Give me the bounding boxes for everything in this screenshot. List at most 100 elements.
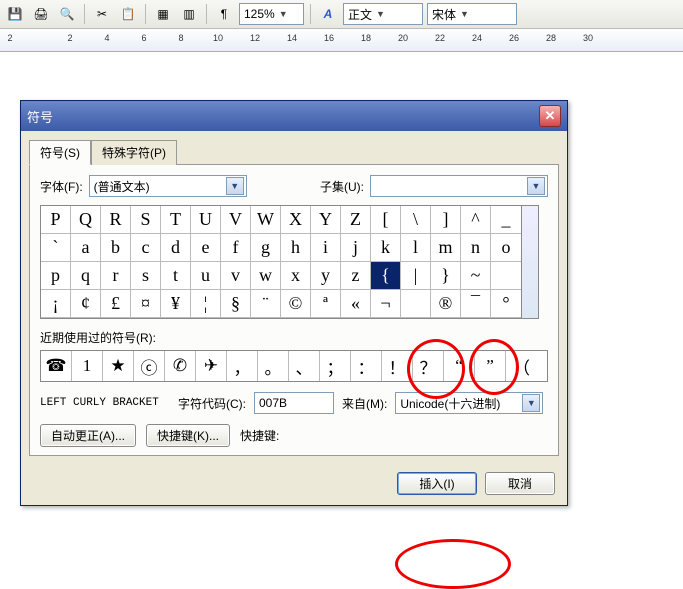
grid-cell[interactable]: T [161, 206, 191, 234]
grid-cell[interactable]: l [401, 234, 431, 262]
grid-cell[interactable]: g [251, 234, 281, 262]
grid-cell[interactable]: y [311, 262, 341, 290]
grid-cell[interactable]: Q [71, 206, 101, 234]
recent-cell[interactable]: ★ [103, 351, 134, 381]
grid-cell[interactable]: ­ [401, 290, 431, 318]
grid-cell[interactable]: W [251, 206, 281, 234]
grid-cell[interactable]: § [221, 290, 251, 318]
recent-cell[interactable]: ⓒ [134, 351, 165, 381]
recent-cell[interactable]: 、 [289, 351, 320, 381]
grid-cell[interactable]: ¯ [461, 290, 491, 318]
save-icon[interactable]: 💾 [4, 3, 26, 25]
table-icon[interactable]: ▦ [152, 3, 174, 25]
copy-icon[interactable]: 📋 [117, 3, 139, 25]
grid-cell[interactable]: ` [41, 234, 71, 262]
subset-select[interactable]: ▼ [370, 175, 548, 197]
tab-special[interactable]: 特殊字符(P) [91, 140, 177, 165]
recent-cell[interactable]: ； [320, 351, 351, 381]
grid-cell[interactable]: i [311, 234, 341, 262]
grid-cell[interactable]: ® [431, 290, 461, 318]
grid-cell[interactable]: ¡ [41, 290, 71, 318]
grid-cell[interactable]: a [71, 234, 101, 262]
grid-cell[interactable]: f [221, 234, 251, 262]
grid-cell[interactable]: z [341, 262, 371, 290]
font-style-icon[interactable]: A [317, 3, 339, 25]
insert-button[interactable]: 插入(I) [397, 472, 477, 495]
grid-cell[interactable]: j [341, 234, 371, 262]
grid-cell[interactable]: ¬ [371, 290, 401, 318]
grid-cell[interactable]: Y [311, 206, 341, 234]
print-icon[interactable]: 🖨 [30, 3, 52, 25]
close-button[interactable]: ✕ [539, 105, 561, 127]
recent-cell[interactable]: “ [444, 351, 475, 381]
grid-cell[interactable]: ^ [461, 206, 491, 234]
recent-cell[interactable]: ✈ [196, 351, 227, 381]
grid-cell[interactable]: ¦ [191, 290, 221, 318]
recent-cell[interactable]: ！ [382, 351, 413, 381]
from-select[interactable]: Unicode(十六进制) ▼ [395, 392, 543, 414]
grid-cell[interactable]: U [191, 206, 221, 234]
style-combo[interactable]: 正文 ▼ [343, 3, 423, 25]
font-combo[interactable]: 宋体 ▼ [427, 3, 517, 25]
recent-cell[interactable]: ” [475, 351, 506, 381]
recent-cell[interactable]: ✆ [165, 351, 196, 381]
grid-cell[interactable]: _ [491, 206, 521, 234]
grid-cell[interactable]: | [401, 262, 431, 290]
grid-cell[interactable]: [ [371, 206, 401, 234]
grid-cell[interactable]: o [491, 234, 521, 262]
recent-cell[interactable]: ： [351, 351, 382, 381]
grid-cell[interactable]: c [131, 234, 161, 262]
grid-cell[interactable]: ª [311, 290, 341, 318]
cancel-button[interactable]: 取消 [485, 472, 555, 495]
grid-cell[interactable]: u [191, 262, 221, 290]
grid-cell[interactable]: ~ [461, 262, 491, 290]
grid-cell[interactable]: s [131, 262, 161, 290]
grid-cell[interactable]: ] [431, 206, 461, 234]
recent-cell[interactable]: ， [227, 351, 258, 381]
tab-symbols[interactable]: 符号(S) [29, 140, 91, 165]
preview-icon[interactable]: 🔍 [56, 3, 78, 25]
recent-cell[interactable]: （ [506, 351, 537, 381]
grid-cell[interactable]: m [431, 234, 461, 262]
grid-cell[interactable]: n [461, 234, 491, 262]
grid-cell[interactable]: ¨ [251, 290, 281, 318]
grid-cell[interactable]: R [101, 206, 131, 234]
grid-cell[interactable]: V [221, 206, 251, 234]
recent-cell[interactable]: ☎ [41, 351, 72, 381]
recent-cell[interactable]: 1 [72, 351, 103, 381]
grid-cell[interactable]: q [71, 262, 101, 290]
grid-cell[interactable]: \ [401, 206, 431, 234]
grid-cell[interactable]: } [431, 262, 461, 290]
grid-cell[interactable]: ¥ [161, 290, 191, 318]
grid-cell[interactable]: « [341, 290, 371, 318]
grid-cell[interactable]: d [161, 234, 191, 262]
document-area[interactable] [0, 52, 683, 72]
grid-cell[interactable]: S [131, 206, 161, 234]
grid-cell[interactable]: e [191, 234, 221, 262]
cut-icon[interactable]: ✂ [91, 3, 113, 25]
grid-cell[interactable]: w [251, 262, 281, 290]
grid-cell[interactable]: r [101, 262, 131, 290]
grid-cell[interactable]: p [41, 262, 71, 290]
code-input[interactable]: 007B [254, 392, 334, 414]
grid-cell[interactable]: Z [341, 206, 371, 234]
grid-cell[interactable]: b [101, 234, 131, 262]
grid-cell[interactable]: © [281, 290, 311, 318]
grid-cell[interactable]: { [371, 262, 401, 290]
grid-cell[interactable]: ° [491, 290, 521, 318]
recent-cell[interactable]: ？ [413, 351, 444, 381]
grid-cell[interactable]: h [281, 234, 311, 262]
shortcut-button[interactable]: 快捷键(K)... [146, 424, 230, 447]
grid-cell[interactable]: X [281, 206, 311, 234]
grid-cell[interactable]: ¤ [131, 290, 161, 318]
grid-cell[interactable]: ¢ [71, 290, 101, 318]
grid-cell[interactable]: P [41, 206, 71, 234]
zoom-combo[interactable]: 125% ▼ [239, 3, 304, 25]
grid-cell[interactable]: v [221, 262, 251, 290]
grid-cell[interactable]: k [371, 234, 401, 262]
grid-cell[interactable] [491, 262, 521, 290]
grid-cell[interactable]: £ [101, 290, 131, 318]
grid-cell[interactable]: x [281, 262, 311, 290]
recent-cell[interactable]: 。 [258, 351, 289, 381]
columns-icon[interactable]: ▥ [178, 3, 200, 25]
